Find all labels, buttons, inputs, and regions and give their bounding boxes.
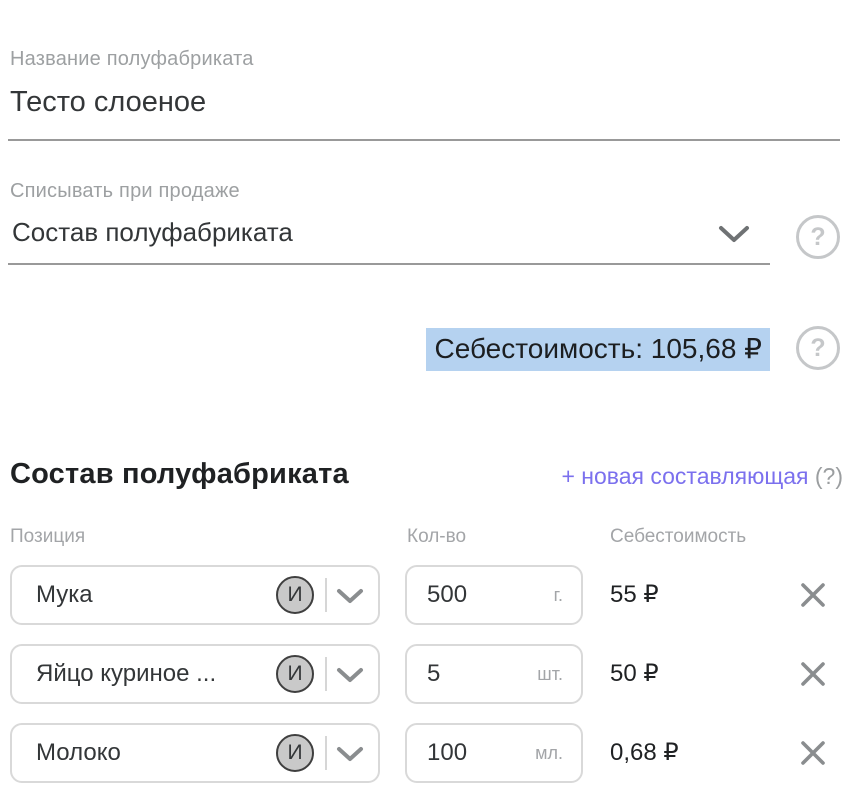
column-header-position: Позиция	[10, 526, 85, 548]
quantity-unit: шт.	[537, 664, 563, 685]
quantity-unit: г.	[554, 585, 563, 606]
quantity-field[interactable]: мл.	[405, 723, 583, 783]
composition-heading: Состав полуфабриката	[10, 458, 349, 491]
ingredient-badge: И	[276, 734, 314, 772]
quantity-field[interactable]: г.	[405, 565, 583, 625]
quantity-unit: мл.	[535, 743, 563, 764]
chevron-down-icon[interactable]	[336, 665, 364, 684]
close-icon[interactable]	[799, 739, 827, 767]
chevron-down-icon[interactable]	[336, 744, 364, 763]
component-row: Мука И г. 55 ₽	[0, 565, 850, 625]
position-name: Мука	[36, 581, 276, 609]
position-select[interactable]: Мука И	[10, 565, 380, 625]
quantity-input[interactable]	[427, 581, 517, 609]
add-component-help[interactable]: (?)	[815, 463, 843, 489]
cost-total-text: Себестоимость: 105,68 ₽	[426, 328, 770, 371]
close-icon[interactable]	[799, 660, 827, 688]
name-field-label: Название полуфабриката	[10, 48, 254, 71]
name-field-underline	[8, 139, 840, 141]
writeoff-field-label: Списывать при продаже	[10, 180, 240, 203]
add-component-link[interactable]: + новая составляющая	[561, 463, 808, 489]
close-icon[interactable]	[799, 581, 827, 609]
position-name: Молоко	[36, 739, 276, 767]
row-cost: 50 ₽	[610, 644, 659, 704]
help-glyph: ?	[810, 334, 825, 363]
help-icon[interactable]: ?	[796, 326, 840, 370]
chevron-down-icon[interactable]	[717, 224, 751, 244]
quantity-input[interactable]	[427, 660, 517, 688]
component-row: Яйцо куриное ... И шт. 50 ₽	[0, 644, 850, 704]
divider	[325, 657, 327, 691]
column-header-cost: Себестоимость	[610, 526, 746, 548]
component-row: Молоко И мл. 0,68 ₽	[0, 723, 850, 783]
position-select[interactable]: Яйцо куриное ... И	[10, 644, 380, 704]
help-icon[interactable]: ?	[796, 215, 840, 259]
divider	[325, 736, 327, 770]
position-name: Яйцо куриное ...	[36, 660, 276, 688]
writeoff-field-underline	[8, 263, 770, 265]
help-glyph: ?	[810, 223, 825, 252]
divider	[325, 578, 327, 612]
row-cost: 0,68 ₽	[610, 723, 679, 783]
writeoff-select[interactable]: Состав полуфабриката	[12, 217, 293, 248]
semifinished-product-form: Название полуфабриката Списывать при про…	[0, 0, 850, 802]
row-cost: 55 ₽	[610, 565, 659, 625]
ingredient-badge: И	[276, 576, 314, 614]
ingredient-badge: И	[276, 655, 314, 693]
add-component-wrap: + новая составляющая (?)	[561, 463, 843, 490]
quantity-field[interactable]: шт.	[405, 644, 583, 704]
column-header-quantity: Кол-во	[407, 526, 466, 548]
name-input[interactable]	[10, 86, 830, 119]
chevron-down-icon[interactable]	[336, 586, 364, 605]
quantity-input[interactable]	[427, 739, 517, 767]
position-select[interactable]: Молоко И	[10, 723, 380, 783]
